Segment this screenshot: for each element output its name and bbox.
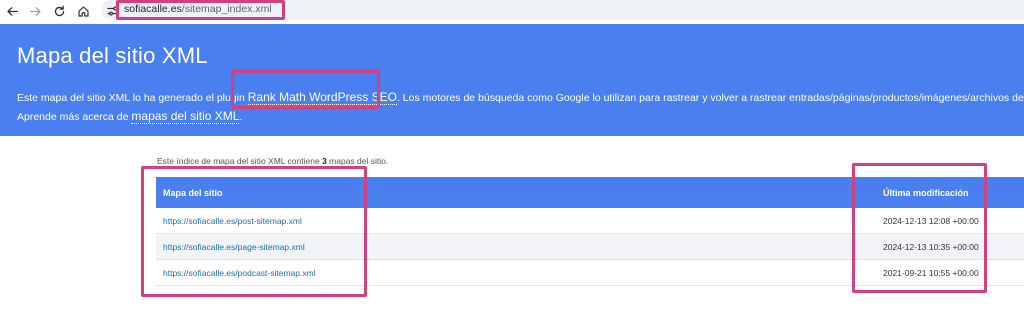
- site-info-icon[interactable]: [107, 4, 119, 16]
- intro-pre: Este índice de mapa del sitio XML contie…: [157, 156, 323, 166]
- page-title: Mapa del sitio XML: [17, 43, 208, 68]
- home-icon[interactable]: [74, 2, 92, 20]
- table-row: https://sofiacalle.es/podcast-sitemap.xm…: [156, 260, 1024, 286]
- sitemap-table: Mapa del sitio Última modificación https…: [156, 177, 1024, 286]
- sitemap-count-text: Este índice de mapa del sitio XML contie…: [157, 156, 388, 166]
- header-description: Este mapa del sitio XML lo ha generado e…: [17, 88, 1024, 126]
- column-header-modified: Última modificación: [883, 188, 969, 198]
- sitemap-link[interactable]: https://sofiacalle.es/podcast-sitemap.xm…: [163, 268, 316, 278]
- learn-text-pre: Aprende más acerca de: [17, 111, 132, 123]
- modified-date: 2024-12-13 10:35 +00:00: [883, 242, 979, 252]
- table-row: https://sofiacalle.es/post-sitemap.xml 2…: [156, 208, 1024, 234]
- table-header: Mapa del sitio Última modificación: [156, 177, 1024, 208]
- url-path: /sitemap_index.xml: [181, 3, 272, 15]
- rank-math-link[interactable]: Rank Math WordPress SEO: [247, 90, 397, 105]
- modified-date: 2024-12-13 12:08 +00:00: [883, 216, 979, 226]
- reload-icon[interactable]: [50, 2, 68, 20]
- table-row: https://sofiacalle.es/page-sitemap.xml 2…: [156, 234, 1024, 260]
- sitemap-link[interactable]: https://sofiacalle.es/post-sitemap.xml: [163, 216, 302, 226]
- page-header: Mapa del sitio XML Este mapa del sitio X…: [0, 24, 1024, 136]
- desc-text-pre: Este mapa del sitio XML lo ha generado e…: [17, 92, 248, 104]
- browser-toolbar: sofiacalle.es/sitemap_index.xml: [0, 0, 1024, 22]
- modified-date: 2021-09-21 10:55 +00:00: [883, 268, 979, 278]
- url-host: sofiacalle.es: [124, 3, 182, 15]
- sitemaps-info-link[interactable]: mapas del sitio XML: [131, 109, 240, 124]
- url-text[interactable]: sofiacalle.es/sitemap_index.xml: [124, 3, 272, 15]
- learn-text-post: .: [239, 111, 243, 123]
- intro-post: mapas del sitio.: [326, 156, 389, 166]
- sitemap-link[interactable]: https://sofiacalle.es/page-sitemap.xml: [163, 242, 305, 252]
- column-header-sitemap: Mapa del sitio: [163, 188, 223, 198]
- back-arrow-icon[interactable]: [3, 2, 21, 20]
- desc-text-post: . Los motores de búsqueda como Google lo…: [396, 92, 1024, 104]
- forward-arrow-icon[interactable]: [26, 2, 44, 20]
